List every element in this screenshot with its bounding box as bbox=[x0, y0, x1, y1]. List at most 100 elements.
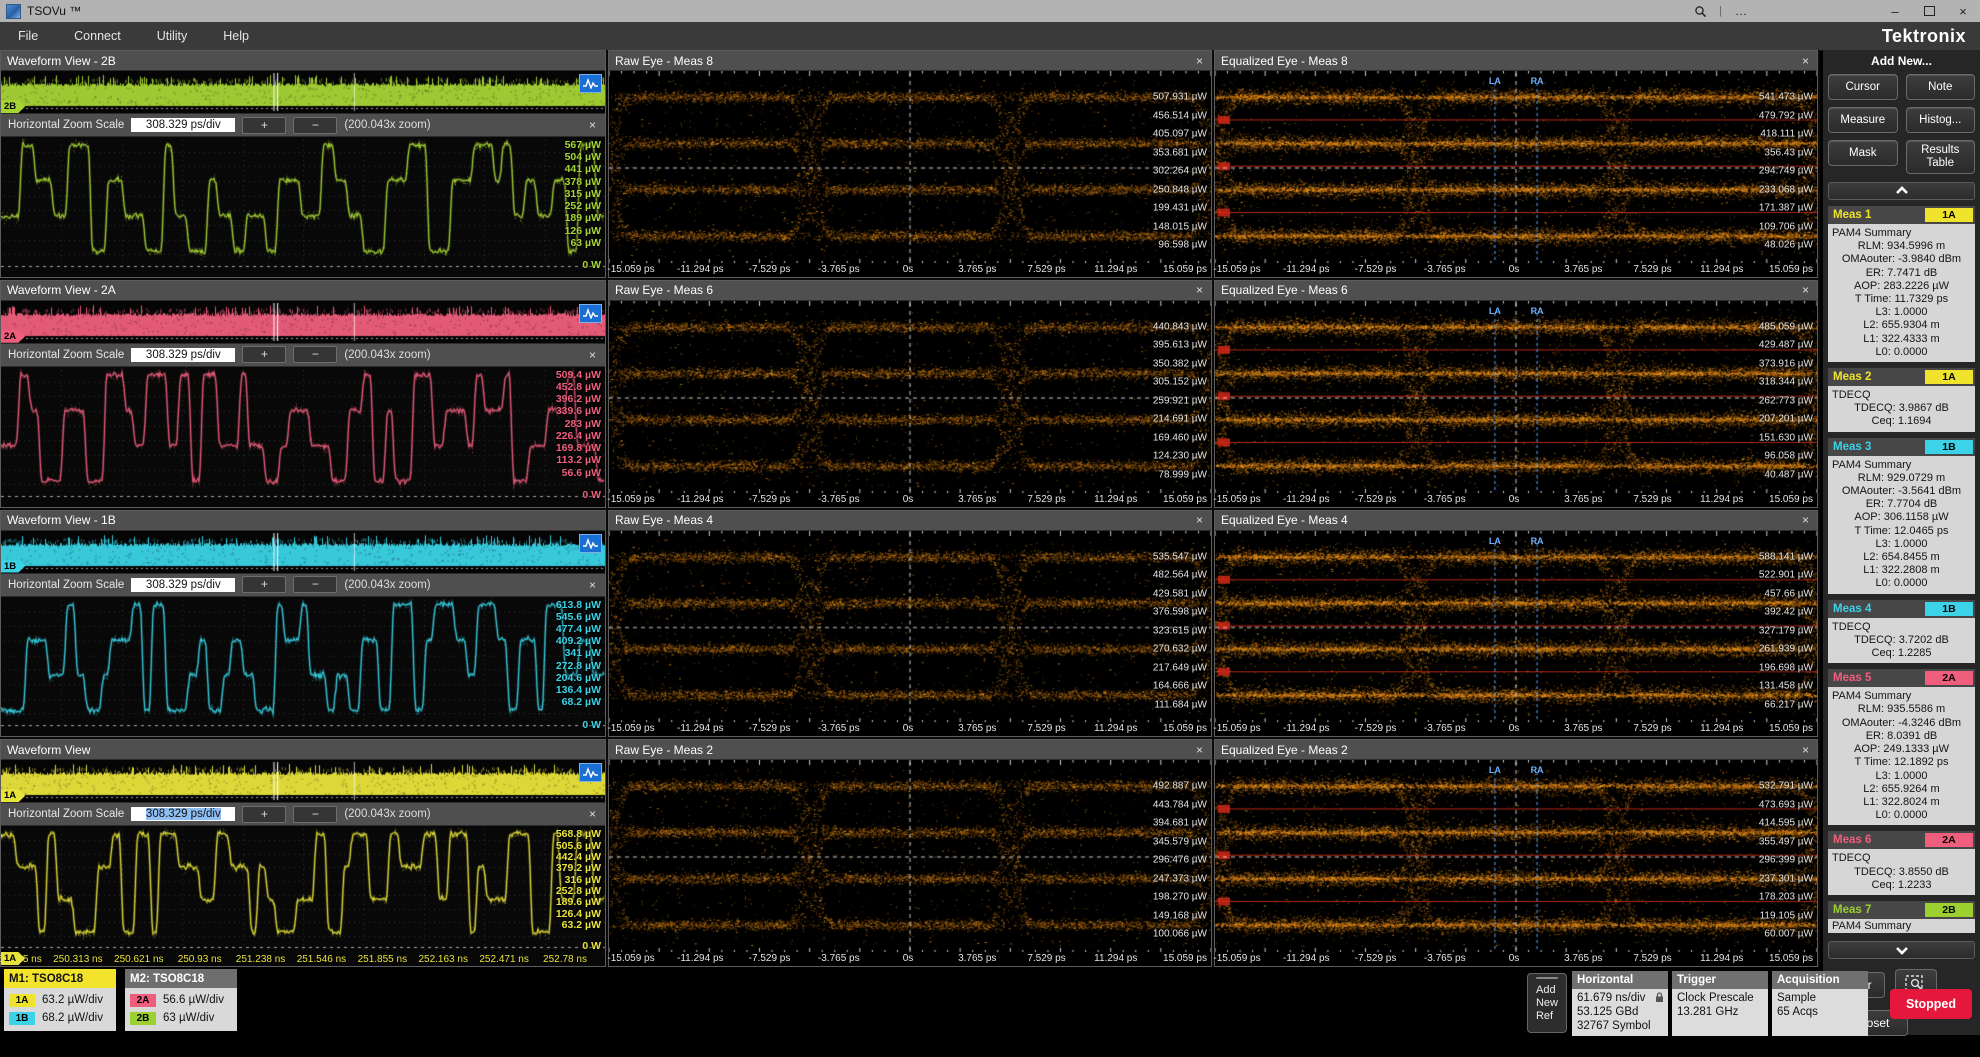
x-axis-label: 0s bbox=[903, 264, 914, 275]
close-icon[interactable]: × bbox=[589, 348, 598, 362]
meas-card-meas-7[interactable]: Meas 72BPAM4 Summary bbox=[1828, 901, 1975, 933]
waveform-overview[interactable]: 2A bbox=[1, 301, 605, 343]
module-2[interactable]: M2: TSO8C18 2A56.6 µW/div2B63 µW/div bbox=[125, 969, 237, 1031]
waveform-thumbnail-icon[interactable] bbox=[579, 534, 602, 553]
zoom-scale-input[interactable]: 308.329 ps/div bbox=[131, 118, 235, 132]
scroll-down-button[interactable] bbox=[1828, 941, 1975, 959]
meas-card-header[interactable]: Meas 52A bbox=[1828, 669, 1975, 687]
close-icon[interactable]: × bbox=[1188, 54, 1211, 68]
close-icon[interactable]: × bbox=[589, 578, 598, 592]
close-icon[interactable]: × bbox=[1794, 743, 1817, 757]
run-state-button[interactable]: Stopped bbox=[1890, 989, 1972, 1019]
meas-card-header[interactable]: Meas 41B bbox=[1828, 600, 1975, 618]
bottom-panel-horizontal[interactable]: Horizontal61.679 ns/div53.125 GBd32767 S… bbox=[1572, 971, 1668, 1036]
zoom-in-button[interactable]: + bbox=[242, 806, 286, 823]
more-options-icon[interactable]: … bbox=[1724, 0, 1758, 22]
zoom-out-button[interactable]: − bbox=[293, 576, 337, 593]
module-header[interactable]: M2: TSO8C18 bbox=[125, 969, 237, 988]
bottom-panel-line: 13.281 GHz bbox=[1677, 1005, 1763, 1019]
waveform-thumbnail-icon[interactable] bbox=[579, 74, 602, 93]
eye-plot[interactable]: 541.473 µW479.792 µW418.111 µW356.43 µW2… bbox=[1215, 71, 1817, 277]
minimize-button[interactable]: – bbox=[1878, 0, 1912, 22]
eye-plot[interactable]: 485.059 µW429.487 µW373.916 µW318.344 µW… bbox=[1215, 301, 1817, 507]
zoom-scale-input[interactable]: 308.329 ps/div bbox=[131, 348, 235, 362]
waveform-overview[interactable]: 1B bbox=[1, 531, 605, 573]
zoom-scale-input[interactable]: 308.329 ps/div bbox=[131, 578, 235, 592]
close-icon[interactable]: × bbox=[1794, 54, 1817, 68]
maximize-button[interactable] bbox=[1912, 0, 1946, 22]
meas-result-line: RLM: 934.5996 m bbox=[1832, 240, 1971, 253]
close-icon[interactable]: × bbox=[589, 807, 598, 821]
zoom-out-button[interactable]: − bbox=[293, 806, 337, 823]
close-icon[interactable]: × bbox=[589, 118, 598, 132]
eye-canvas bbox=[609, 301, 1211, 507]
zoom-out-button[interactable]: − bbox=[293, 117, 337, 134]
addnew-results-table[interactable]: ResultsTable bbox=[1906, 140, 1976, 174]
channel-row[interactable]: 1A63.2 µW/div bbox=[9, 991, 111, 1009]
zoom-out-button[interactable]: − bbox=[293, 346, 337, 363]
zoom-in-button[interactable]: + bbox=[242, 117, 286, 134]
y-axis-label: 109.706 µW bbox=[1759, 221, 1813, 232]
bottom-panel-line: Sample bbox=[1777, 991, 1863, 1005]
zoom-in-button[interactable]: + bbox=[242, 346, 286, 363]
close-icon[interactable]: × bbox=[1188, 283, 1211, 297]
channel-row[interactable]: 1B68.2 µW/div bbox=[9, 1009, 111, 1027]
waveform-overview[interactable]: 2B bbox=[1, 71, 605, 113]
add-new-ref-button[interactable]: AddNewRef bbox=[1527, 973, 1567, 1033]
close-button[interactable]: × bbox=[1946, 0, 1980, 22]
scroll-up-button[interactable] bbox=[1828, 182, 1975, 200]
magnifier-icon[interactable] bbox=[1683, 0, 1717, 22]
x-axis-label: 251.238 ns bbox=[236, 954, 286, 965]
addnew-histog-[interactable]: Histog... bbox=[1906, 107, 1976, 133]
x-axis-label: 3.765 ps bbox=[1564, 723, 1602, 734]
bottom-panel-trigger[interactable]: TriggerClock Prescale13.281 GHz bbox=[1672, 971, 1768, 1036]
meas-card-header[interactable]: Meas 31B bbox=[1828, 438, 1975, 456]
eye-plot[interactable]: 532.791 µW473.693 µW414.595 µW355.497 µW… bbox=[1215, 760, 1817, 966]
eye-plot[interactable]: 492.887 µW443.784 µW394.681 µW345.579 µW… bbox=[609, 760, 1211, 966]
waveform-plot[interactable]: 509.4 µW452.8 µW396.2 µW339.6 µW283 µW22… bbox=[1, 367, 605, 507]
eye-plot[interactable]: 440.843 µW395.613 µW350.382 µW305.152 µW… bbox=[609, 301, 1211, 507]
waveform-plot[interactable]: 567 µW504 µW441 µW378 µW315 µW252 µW189 … bbox=[1, 137, 605, 277]
addnew-measure[interactable]: Measure bbox=[1828, 107, 1898, 133]
waveform-thumbnail-icon[interactable] bbox=[579, 763, 602, 782]
module-1[interactable]: M1: TSO8C18 1A63.2 µW/div1B68.2 µW/div bbox=[4, 969, 116, 1031]
menu-utility[interactable]: Utility bbox=[139, 22, 206, 50]
module-header[interactable]: M1: TSO8C18 bbox=[4, 969, 116, 988]
eye-panel-title: Raw Eye - Meas 8× bbox=[609, 51, 1211, 71]
channel-row[interactable]: 2B63 µW/div bbox=[130, 1009, 232, 1027]
waveform-overview[interactable]: 1A bbox=[1, 760, 605, 802]
eye-plot[interactable]: 507.931 µW456.514 µW405.097 µW353.681 µW… bbox=[609, 71, 1211, 277]
channel-scale: 68.2 µW/div bbox=[42, 1012, 103, 1024]
close-icon[interactable]: × bbox=[1188, 513, 1211, 527]
waveform-thumbnail-icon[interactable] bbox=[579, 304, 602, 323]
zoom-in-button[interactable]: + bbox=[242, 576, 286, 593]
zoom-scale-input[interactable]: 308.329 ps/div bbox=[131, 807, 235, 821]
meas-card-header[interactable]: Meas 62A bbox=[1828, 831, 1975, 849]
meas-card-meas-5[interactable]: Meas 52APAM4 SummaryRLM: 935.5586 mOMAou… bbox=[1828, 669, 1975, 825]
bottom-panel-acquisition[interactable]: AcquisitionSample65 Acqs bbox=[1772, 971, 1868, 1036]
meas-card-header[interactable]: Meas 11A bbox=[1828, 206, 1975, 224]
menu-help[interactable]: Help bbox=[205, 22, 267, 50]
meas-card-meas-6[interactable]: Meas 62ATDECQTDECQ: 3.8550 dBCeq: 1.2233 bbox=[1828, 831, 1975, 895]
meas-card-meas-3[interactable]: Meas 31BPAM4 SummaryRLM: 929.0729 mOMAou… bbox=[1828, 438, 1975, 594]
eye-plot[interactable]: 535.547 µW482.564 µW429.581 µW376.598 µW… bbox=[609, 531, 1211, 737]
x-axis-label: 7.529 ps bbox=[1633, 264, 1671, 275]
close-icon[interactable]: × bbox=[1794, 513, 1817, 527]
close-icon[interactable]: × bbox=[1794, 283, 1817, 297]
meas-card-meas-2[interactable]: Meas 21ATDECQTDECQ: 3.9867 dBCeq: 1.1694 bbox=[1828, 368, 1975, 432]
eye-plot[interactable]: 588.141 µW522.901 µW457.66 µW392.42 µW32… bbox=[1215, 531, 1817, 737]
menu-connect[interactable]: Connect bbox=[56, 22, 139, 50]
addnew-cursor[interactable]: Cursor bbox=[1828, 74, 1898, 100]
waveform-plot[interactable]: 568.8 µW505.6 µW442.4 µW379.2 µW316 µW25… bbox=[1, 826, 605, 966]
meas-card-meas-4[interactable]: Meas 41BTDECQTDECQ: 3.7202 dBCeq: 1.2285 bbox=[1828, 600, 1975, 664]
channel-row[interactable]: 2A56.6 µW/div bbox=[130, 991, 232, 1009]
addnew-note[interactable]: Note bbox=[1906, 74, 1976, 100]
addnew-mask[interactable]: Mask bbox=[1828, 140, 1898, 166]
meas-card-header[interactable]: Meas 21A bbox=[1828, 368, 1975, 386]
menu-file[interactable]: File bbox=[0, 22, 56, 50]
meas-result-line: T Time: 11.7329 ps bbox=[1832, 293, 1971, 306]
meas-card-header[interactable]: Meas 72B bbox=[1828, 901, 1975, 919]
close-icon[interactable]: × bbox=[1188, 743, 1211, 757]
waveform-plot[interactable]: 613.8 µW545.6 µW477.4 µW409.2 µW341 µW27… bbox=[1, 597, 605, 737]
meas-card-meas-1[interactable]: Meas 11APAM4 SummaryRLM: 934.5996 mOMAou… bbox=[1828, 206, 1975, 362]
